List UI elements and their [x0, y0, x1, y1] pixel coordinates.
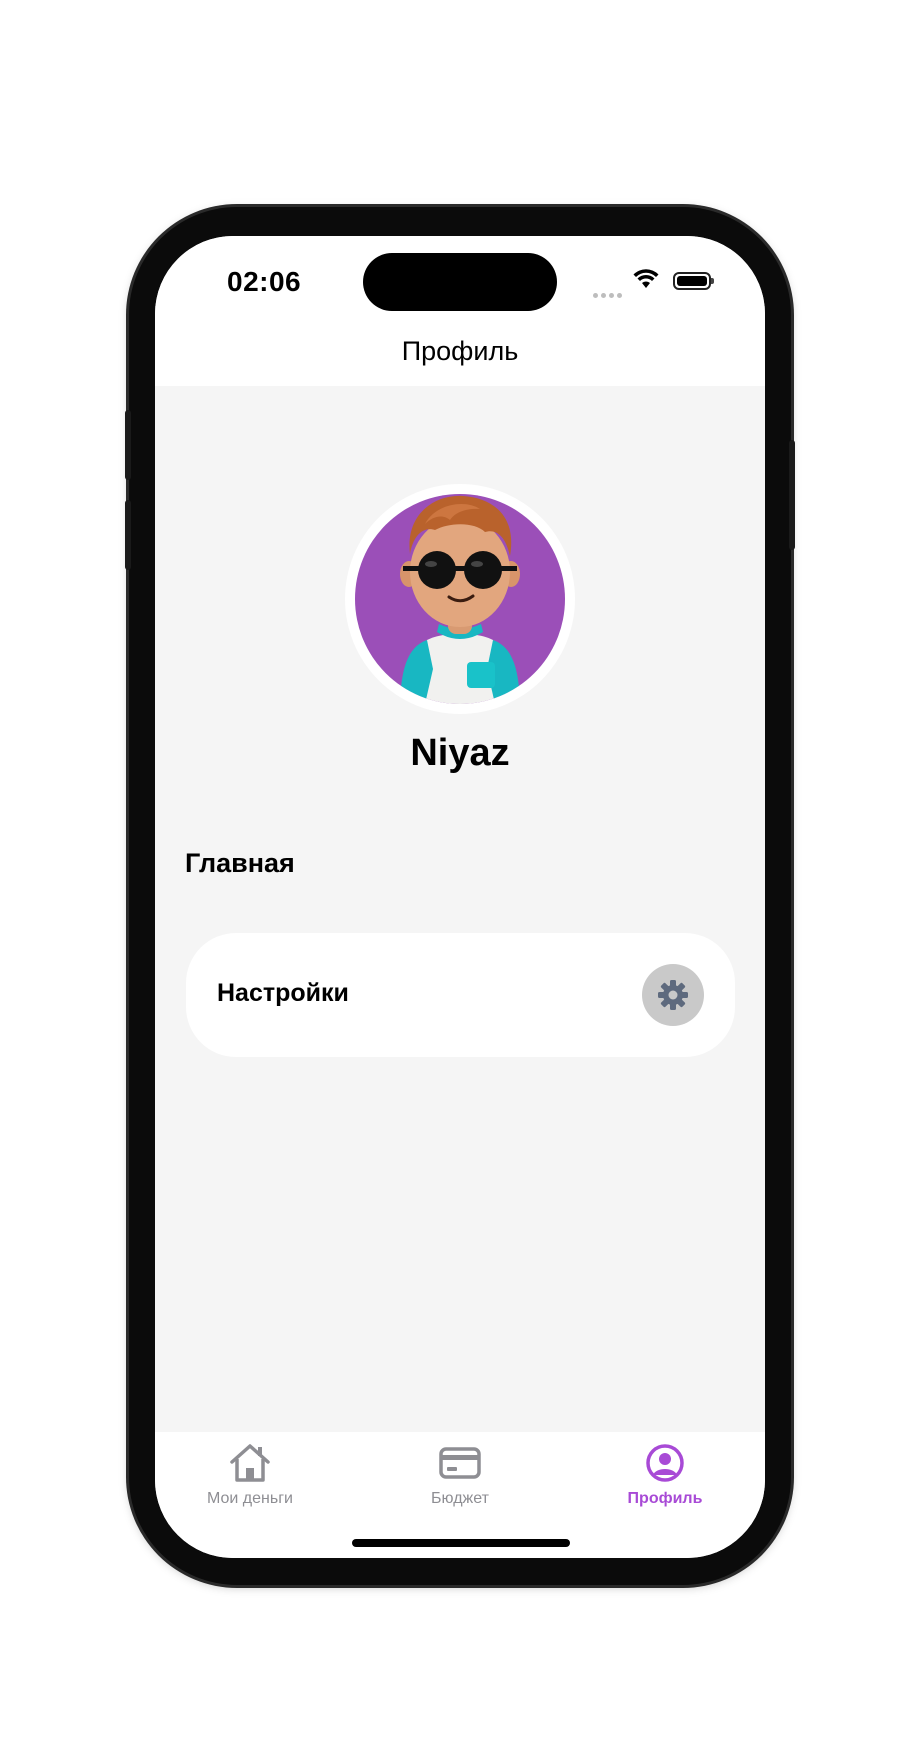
app-screen: 02:06 Профиль Niyaz Главная Настройки Мо…	[155, 236, 765, 1558]
settings-button[interactable]	[642, 964, 704, 1026]
side-button-left	[125, 410, 131, 480]
tab-budget[interactable]: Бюджет	[380, 1442, 540, 1508]
page-title: Профиль	[401, 336, 519, 366]
settings-row[interactable]: Настройки	[186, 933, 735, 1057]
home-icon	[230, 1444, 270, 1482]
profile-avatar-frame[interactable]	[345, 484, 575, 714]
profile-name: Niyaz	[410, 732, 510, 774]
status-bar: 02:06 Профиль	[155, 236, 765, 386]
cellular-signal-icon	[593, 285, 625, 303]
avatar	[355, 494, 565, 704]
side-button-right	[789, 440, 795, 550]
status-time: 02:06	[227, 266, 302, 297]
gear-icon	[658, 980, 688, 1010]
card-icon	[439, 1447, 481, 1479]
section-title-main: Главная	[185, 848, 295, 878]
tab-label-budget: Бюджет	[431, 1490, 489, 1507]
battery-icon	[673, 272, 714, 290]
tab-profile[interactable]: Профиль	[585, 1442, 745, 1508]
profile-icon	[646, 1444, 684, 1482]
tab-label-profile: Профиль	[627, 1490, 703, 1507]
side-button-left-2	[125, 500, 131, 570]
settings-label: Настройки	[217, 979, 349, 1007]
tab-label-my-money: Мои деньги	[207, 1490, 293, 1507]
wifi-icon	[633, 269, 659, 288]
dynamic-island	[363, 253, 557, 311]
home-indicator[interactable]	[352, 1539, 570, 1547]
tab-my-money[interactable]: Мои деньги	[170, 1442, 330, 1508]
